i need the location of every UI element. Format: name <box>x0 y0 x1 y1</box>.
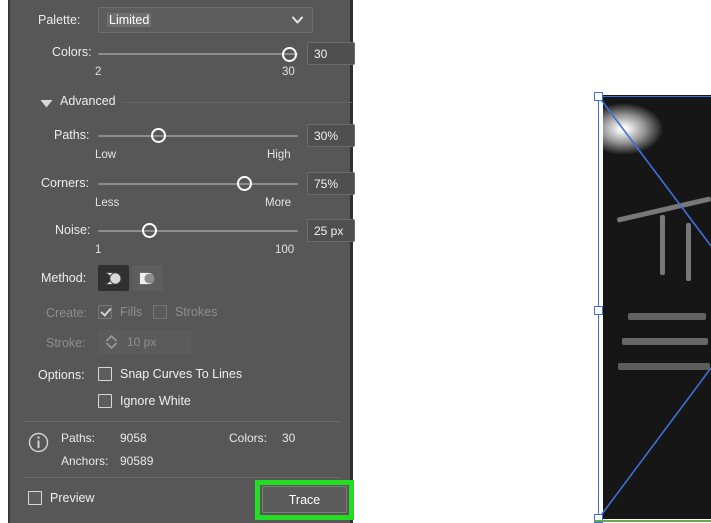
method-label: Method: <box>41 271 86 285</box>
info-divider-bottom <box>24 477 340 478</box>
info-anchors-label: Anchors: <box>61 454 108 468</box>
palette-select[interactable]: Limited <box>98 7 313 33</box>
colors-value-field[interactable]: 30 <box>307 42 355 65</box>
chevron-down-icon <box>292 17 303 24</box>
canvas-guide-line <box>594 520 711 522</box>
trace-button[interactable]: Trace <box>262 486 347 513</box>
abutting-method-icon[interactable] <box>98 265 129 291</box>
info-colors-value: 30 <box>282 431 295 445</box>
advanced-divider <box>122 102 352 103</box>
info-circle-icon <box>28 432 49 453</box>
create-label-row: Create: <box>46 306 87 320</box>
palette-label-row: Palette: <box>38 13 80 27</box>
colors-label-row: Colors: <box>52 45 92 59</box>
info-divider-top <box>24 421 340 422</box>
noise-value-text: 25 px <box>314 224 343 238</box>
paths-label-row: Paths: <box>54 128 89 142</box>
colors-slider-thumb[interactable] <box>282 47 297 62</box>
create-label: Create: <box>46 306 87 320</box>
noise-slider-track[interactable] <box>98 230 298 232</box>
info-anchors-value: 90589 <box>120 454 153 468</box>
colors-label: Colors: <box>52 45 92 59</box>
info-paths-value: 9058 <box>120 431 147 445</box>
options-label: Options: <box>38 368 85 382</box>
advanced-label: Advanced <box>60 94 116 108</box>
fills-label: Fills <box>120 305 142 319</box>
colors-value-text: 30 <box>314 47 327 61</box>
palette-selected-value: Limited <box>107 13 151 27</box>
palette-label: Palette: <box>38 13 80 27</box>
option-ignore-white[interactable]: Ignore White <box>98 394 191 408</box>
noise-value-field[interactable]: 25 px <box>307 219 355 242</box>
paths-slider-thumb[interactable] <box>151 128 166 143</box>
selection-diagonals <box>598 96 711 520</box>
preview-option[interactable]: Preview <box>28 491 94 505</box>
noise-slider-thumb[interactable] <box>142 223 157 238</box>
option-snap-curves[interactable]: Snap Curves To Lines <box>98 367 242 381</box>
triangle-down-icon <box>40 97 53 106</box>
trace-button-label: Trace <box>289 493 321 507</box>
colors-slider-track[interactable] <box>98 53 298 55</box>
paths-value-field[interactable]: 30% <box>307 124 355 147</box>
info-paths-label: Paths: <box>61 431 95 445</box>
corners-label: Corners: <box>41 176 89 190</box>
corners-slider-track[interactable] <box>98 183 298 185</box>
noise-min-label: 1 <box>95 244 101 256</box>
corners-label-row: Corners: <box>41 176 89 190</box>
ignore-white-checkbox[interactable] <box>98 394 112 408</box>
paths-value-text: 30% <box>314 129 338 143</box>
fills-checkbox[interactable] <box>98 305 112 319</box>
options-label-row: Options: <box>38 368 85 382</box>
paths-max-label: High <box>267 149 291 161</box>
noise-label: Noise: <box>55 223 90 237</box>
stepper-arrows-icon <box>104 335 118 349</box>
snap-curves-checkbox[interactable] <box>98 367 112 381</box>
preview-checkbox[interactable] <box>28 491 42 505</box>
corners-value-text: 75% <box>314 177 338 191</box>
create-strokes-option[interactable]: Strokes <box>153 305 217 319</box>
selection-handle-middle-left[interactable] <box>594 306 603 315</box>
preview-label: Preview <box>50 491 94 505</box>
stroke-label: Stroke: <box>46 336 86 350</box>
strokes-label: Strokes <box>175 305 217 319</box>
overlapping-method-icon[interactable] <box>132 265 163 291</box>
app-stage: Palette: Limited Colors: 30 2 30 <box>0 0 711 523</box>
image-trace-panel: Palette: Limited Colors: 30 2 30 <box>8 0 353 523</box>
method-label-row: Method: <box>41 271 86 285</box>
noise-max-label: 100 <box>275 244 294 256</box>
corners-max-label: More <box>265 197 291 209</box>
create-fills-option[interactable]: Fills <box>98 305 142 319</box>
paths-min-label: Low <box>95 149 116 161</box>
stroke-label-row: Stroke: <box>46 336 86 350</box>
selection-handle-top-left[interactable] <box>594 92 603 101</box>
corners-value-field[interactable]: 75% <box>307 172 355 195</box>
corners-min-label: Less <box>95 197 119 209</box>
advanced-disclosure[interactable]: Advanced <box>40 94 116 108</box>
colors-max-label: 30 <box>282 66 295 78</box>
paths-label: Paths: <box>54 128 89 142</box>
stroke-width-value: 10 px <box>127 335 156 349</box>
paths-slider-track[interactable] <box>98 135 298 137</box>
ignore-white-label: Ignore White <box>120 394 191 408</box>
noise-label-row: Noise: <box>55 223 90 237</box>
strokes-checkbox[interactable] <box>153 305 167 319</box>
colors-min-label: 2 <box>95 66 101 78</box>
snap-curves-label: Snap Curves To Lines <box>120 367 242 381</box>
stroke-width-stepper[interactable]: 10 px <box>98 330 191 354</box>
corners-slider-thumb[interactable] <box>237 176 252 191</box>
info-colors-label: Colors: <box>229 431 267 445</box>
